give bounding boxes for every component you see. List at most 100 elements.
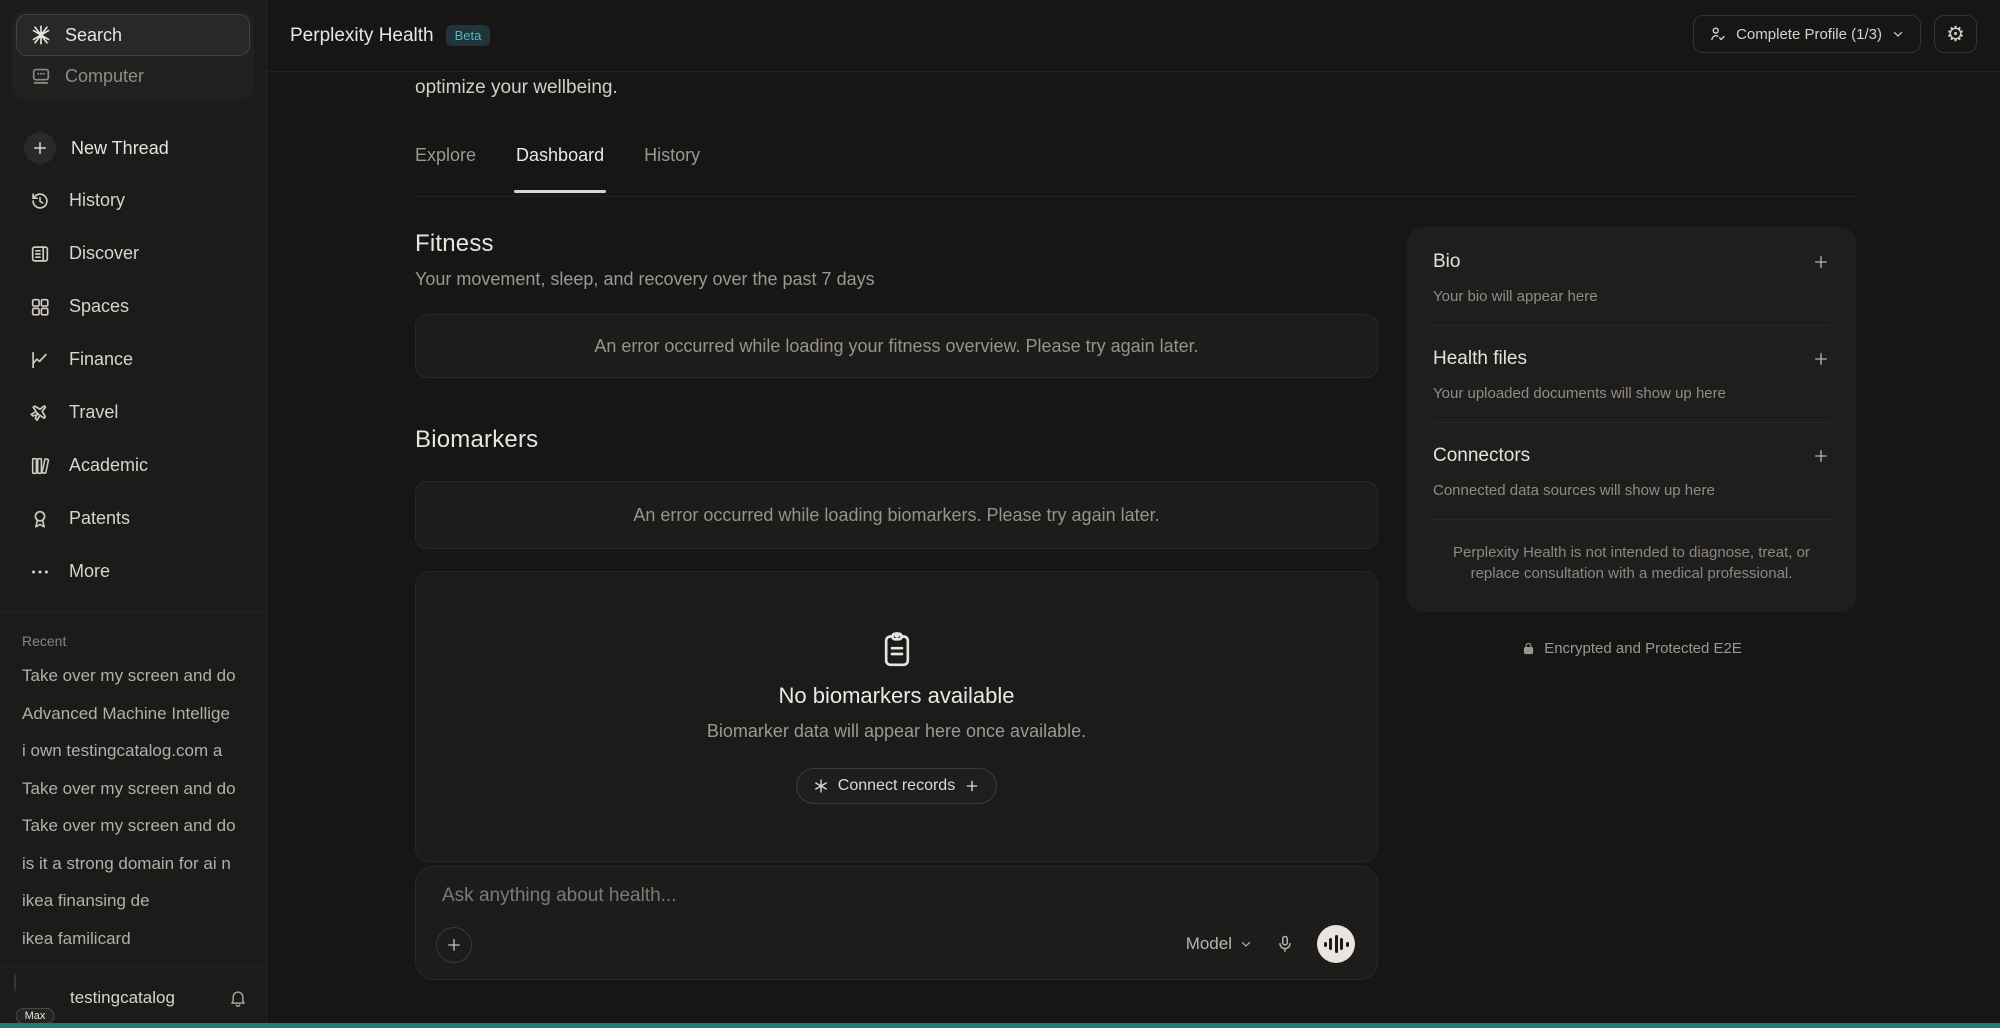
empty-state-title: No biomarkers available: [779, 683, 1015, 709]
sidebar-item-computer[interactable]: Computer: [16, 56, 250, 96]
spaces-icon: [27, 296, 52, 318]
add-bio-button[interactable]: [1812, 253, 1830, 271]
main-content: optimize your wellbeing. Explore Dashboa…: [415, 72, 1378, 1028]
encryption-note: Encrypted and Protected E2E: [1407, 640, 1856, 657]
sidebar-item-search[interactable]: Search: [16, 14, 250, 56]
nav-label: Finance: [69, 349, 133, 370]
avatar-image: [14, 973, 16, 992]
page-header: Perplexity Health Beta Complete Profile …: [267, 0, 2000, 72]
recent-thread-item[interactable]: Take over my screen and do: [0, 807, 266, 845]
waveform-icon: [1324, 942, 1327, 947]
recent-section-label: Recent: [0, 633, 266, 649]
chevron-down-icon: [1239, 937, 1253, 951]
connect-records-button[interactable]: Connect records: [796, 768, 997, 804]
nav-label: History: [69, 190, 125, 211]
nav-label: Travel: [69, 402, 118, 423]
health-files-title: Health files: [1433, 348, 1527, 370]
person-check-icon: [1709, 25, 1727, 43]
biomarkers-section-title: Biomarkers: [415, 426, 538, 454]
biomarkers-empty-state-card: No biomarkers available Biomarker data w…: [415, 571, 1378, 862]
fitness-section-title: Fitness: [415, 230, 494, 258]
nav-label: Spaces: [69, 296, 129, 317]
perplexity-logo-icon: [30, 24, 52, 46]
page-title: Perplexity Health: [290, 25, 434, 47]
add-connector-button[interactable]: [1812, 447, 1830, 465]
sidebar-computer-label: Computer: [65, 66, 144, 87]
new-thread-button[interactable]: New Thread: [0, 122, 266, 174]
sidebar-item-spaces[interactable]: Spaces: [0, 280, 266, 333]
connectors-subtitle: Connected data sources will show up here: [1433, 482, 1830, 499]
beta-badge: Beta: [446, 25, 491, 46]
bio-subtitle: Your bio will appear here: [1433, 288, 1830, 305]
bio-section: Bio Your bio will appear here: [1433, 229, 1830, 325]
fitness-error-text: An error occurred while loading your fit…: [594, 336, 1198, 357]
model-selector-label: Model: [1186, 934, 1232, 954]
sidebar: Search Computer New Thread History: [0, 0, 267, 1028]
intro-paragraph-tail: optimize your wellbeing.: [415, 77, 618, 99]
sidebar-item-travel[interactable]: Travel: [0, 386, 266, 439]
user-account-row[interactable]: Max testingcatalog: [0, 966, 266, 1028]
fitness-error-banner: An error occurred while loading your fit…: [415, 314, 1378, 378]
nav-label: Patents: [69, 508, 130, 529]
recent-thread-item[interactable]: Take over my screen and do: [0, 770, 266, 808]
ask-input[interactable]: [442, 885, 1142, 907]
biomarkers-error-banner: An error occurred while loading biomarke…: [415, 481, 1378, 549]
empty-state-subtitle: Biomarker data will appear here once ava…: [707, 721, 1086, 742]
sidebar-search-label: Search: [65, 25, 122, 46]
attach-button[interactable]: [436, 927, 472, 963]
discover-icon: [27, 243, 52, 265]
chevron-down-icon: [1891, 27, 1905, 41]
recent-thread-item[interactable]: ikea finansing de: [0, 882, 266, 920]
perplexity-asterisk-icon: [813, 778, 829, 794]
recent-thread-item[interactable]: is it a strong domain for ai n: [0, 845, 266, 883]
sidebar-item-more[interactable]: More: [0, 545, 266, 598]
patents-icon: [27, 508, 52, 530]
add-health-file-button[interactable]: [1812, 350, 1830, 368]
recent-thread-item[interactable]: Advanced Machine Intellige: [0, 695, 266, 733]
connectors-section: Connectors Connected data sources will s…: [1433, 423, 1830, 519]
recent-thread-item[interactable]: i own testingcatalog.com a: [0, 732, 266, 770]
ask-composer: Model: [415, 866, 1378, 980]
tab-bar: Explore Dashboard History: [415, 145, 700, 193]
health-files-section: Health files Your uploaded documents wil…: [1433, 326, 1830, 422]
sidebar-item-history[interactable]: History: [0, 174, 266, 227]
tab-history[interactable]: History: [644, 145, 700, 193]
bio-title: Bio: [1433, 251, 1460, 273]
settings-button[interactable]: ⚙: [1934, 15, 1977, 53]
medical-disclaimer: Perplexity Health is not intended to dia…: [1433, 520, 1830, 610]
sidebar-item-finance[interactable]: Finance: [0, 333, 266, 386]
complete-profile-button[interactable]: Complete Profile (1/3): [1693, 15, 1921, 53]
notifications-bell-icon[interactable]: [228, 988, 248, 1008]
avatar[interactable]: Max: [14, 974, 56, 1022]
nav-label: Discover: [69, 243, 139, 264]
health-files-subtitle: Your uploaded documents will show up her…: [1433, 385, 1830, 402]
biomarkers-error-text: An error occurred while loading biomarke…: [633, 505, 1159, 526]
academic-icon: [27, 455, 52, 477]
gear-icon: ⚙: [1946, 24, 1965, 45]
fitness-section-subtitle: Your movement, sleep, and recovery over …: [415, 269, 875, 290]
username: testingcatalog: [70, 988, 228, 1008]
screen-share-indicator-bar: [0, 1023, 2000, 1028]
tab-explore[interactable]: Explore: [415, 145, 476, 193]
voice-mode-button[interactable]: [1317, 925, 1355, 963]
complete-profile-label: Complete Profile (1/3): [1736, 26, 1882, 43]
sidebar-item-discover[interactable]: Discover: [0, 227, 266, 280]
mode-switcher: Search Computer: [12, 10, 254, 100]
tab-dashboard[interactable]: Dashboard: [516, 145, 604, 193]
sidebar-item-patents[interactable]: Patents: [0, 492, 266, 545]
history-icon: [27, 190, 52, 212]
connectors-title: Connectors: [1433, 445, 1530, 467]
travel-icon: [27, 402, 52, 424]
recent-thread-item[interactable]: ikea familicard: [0, 920, 266, 958]
sidebar-item-academic[interactable]: Academic: [0, 439, 266, 492]
microphone-icon[interactable]: [1275, 934, 1295, 954]
plus-icon: [964, 778, 980, 794]
connect-records-label: Connect records: [838, 777, 955, 795]
recent-thread-item[interactable]: Take over my screen and do: [0, 657, 266, 695]
clipboard-icon: [877, 629, 917, 669]
model-selector[interactable]: Model: [1186, 934, 1253, 954]
lock-icon: [1521, 641, 1536, 656]
profile-sidebar-card: Bio Your bio will appear here Health fil…: [1407, 227, 1856, 612]
finance-icon: [27, 349, 52, 371]
nav-label: More: [69, 561, 110, 582]
